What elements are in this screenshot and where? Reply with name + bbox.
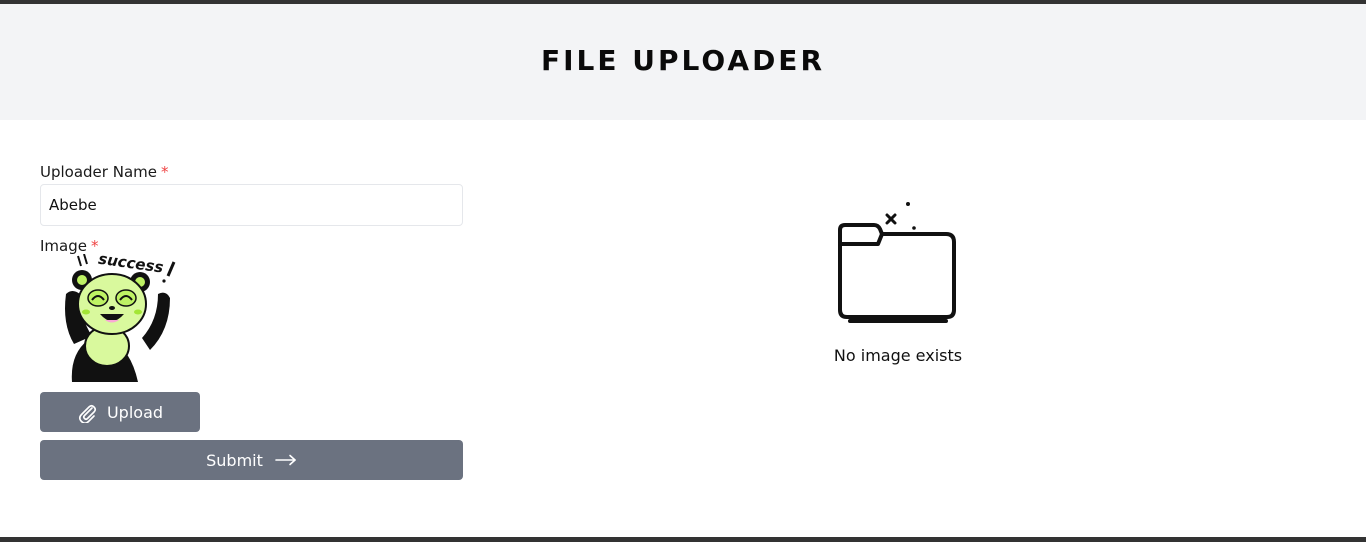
- uploader-name-label-text: Uploader Name: [40, 163, 157, 181]
- uploader-name-input[interactable]: [40, 184, 463, 226]
- uploader-name-label: Uploader Name *: [40, 160, 463, 184]
- empty-state-message: No image exists: [833, 346, 963, 365]
- image-label-text: Image: [40, 237, 87, 255]
- required-mark: *: [90, 237, 99, 255]
- required-mark: *: [160, 163, 169, 181]
- upload-form: Uploader Name* Image* success: [40, 160, 463, 480]
- upload-button-label: Upload: [106, 402, 164, 422]
- submit-button-label: Submit: [206, 450, 263, 470]
- upload-button[interactable]: Upload: [40, 392, 200, 432]
- page-title: FILE UPLOADER: [540, 44, 825, 77]
- image-preview: success: [60, 250, 200, 382]
- image-gallery: No image exists: [798, 200, 998, 365]
- submit-button[interactable]: Submit: [40, 440, 463, 480]
- arrow-right-icon: [275, 454, 296, 466]
- bottom-border: [0, 537, 1366, 542]
- paperclip-icon: [78, 404, 97, 423]
- page-header: FILE UPLOADER: [0, 4, 1366, 120]
- preview-caption: success: [97, 254, 164, 277]
- empty-folder-icon: [838, 202, 956, 323]
- panda-success-image: success: [65, 250, 176, 382]
